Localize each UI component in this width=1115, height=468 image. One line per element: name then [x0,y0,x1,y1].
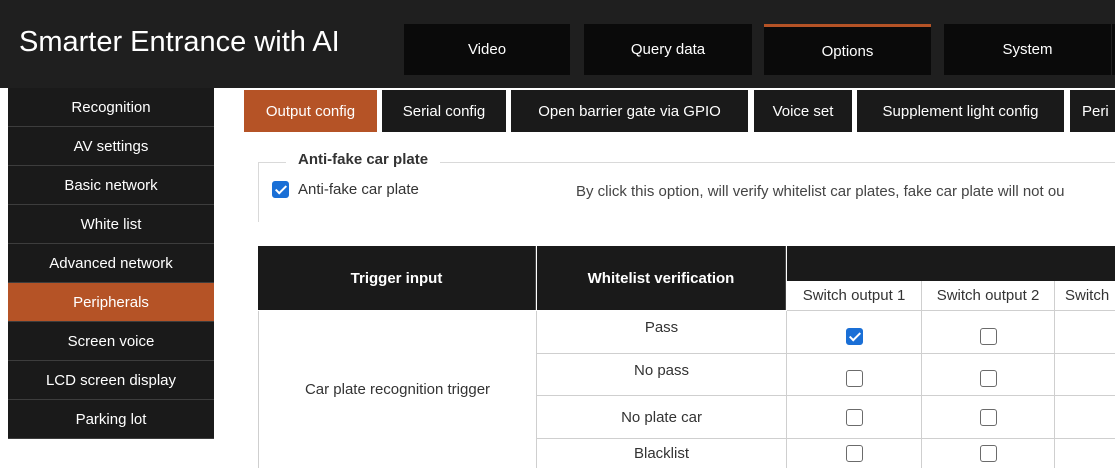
anti-fake-description: By click this option, will verify whitel… [576,183,1065,200]
row-pass-switch-1-cell [787,311,922,354]
sidebar-item-basic-network[interactable]: Basic network [8,166,214,205]
anti-fake-legend: Anti-fake car plate [286,151,441,168]
row-blacklist-switch-3-cell [1055,439,1115,468]
header-trigger-input: Trigger input [258,246,536,310]
tab-voice-set[interactable]: Voice set [754,90,852,132]
header-switch-output-2: Switch output 2 [922,281,1055,311]
tab-output-config[interactable]: Output config [244,90,377,132]
sidebar-item-recognition[interactable]: Recognition [8,88,214,127]
row-no-plate-car-verification: No plate car [537,396,787,439]
tab-supplement-light-config[interactable]: Supplement light config [857,90,1064,132]
anti-fake-checkbox-label: Anti-fake car plate [298,181,419,198]
row-no-plate-car-switch-2-cell [922,396,1055,439]
header-switch-output-1: Switch output 1 [787,281,922,311]
row-no-pass-switch-2-cell [922,354,1055,396]
header-switch-output-3: Switch [1055,281,1115,311]
sidebar-item-parking-lot[interactable]: Parking lot [8,400,214,439]
row-no-pass-switch-1-cell [787,354,922,396]
row-no-pass-verification: No pass [537,354,787,396]
sidebar: Recognition AV settings Basic network Wh… [8,88,214,439]
sidebar-item-advanced-network[interactable]: Advanced network [8,244,214,283]
row-pass-switch-1-checkbox[interactable] [845,327,863,345]
row-no-plate-car-switch-3-cell [1055,396,1115,439]
row-pass-switch-2-checkbox[interactable] [979,327,997,345]
app-title: Smarter Entrance with AI [19,26,340,58]
sidebar-item-lcd-screen-display[interactable]: LCD screen display [8,361,214,400]
top-tab-system[interactable]: System [944,24,1111,75]
row-no-plate-car-switch-1-cell [787,396,922,439]
anti-fake-checkbox[interactable] [272,181,289,198]
tab-serial-config[interactable]: Serial config [382,90,506,132]
top-tab-options[interactable]: Options [764,24,931,75]
row-pass-switch-2-cell [922,311,1055,354]
sidebar-item-peripherals[interactable]: Peripherals [8,283,214,322]
header-whitelist-verification: Whitelist verification [537,246,786,310]
tab-open-barrier-gate-via-gpio[interactable]: Open barrier gate via GPIO [511,90,748,132]
row-blacklist-switch-2-checkbox[interactable] [979,445,997,462]
sidebar-item-white-list[interactable]: White list [8,205,214,244]
row-no-pass-switch-2-checkbox[interactable] [979,370,997,387]
row-blacklist-verification: Blacklist [537,439,787,468]
app-header: Smarter Entrance with AI Video Query dat… [0,0,1115,88]
trigger-name-cell: Car plate recognition trigger [258,311,537,468]
row-no-pass-switch-1-checkbox[interactable] [845,370,863,387]
top-tab-video[interactable]: Video [404,24,570,75]
sidebar-item-screen-voice[interactable]: Screen voice [8,322,214,361]
tab-peripherals-truncated[interactable]: Peri [1070,90,1115,132]
row-blacklist-switch-1-checkbox[interactable] [845,445,863,462]
top-tab-query-data[interactable]: Query data [584,24,752,75]
anti-fake-option: Anti-fake car plate [272,181,419,198]
row-no-plate-car-switch-1-checkbox[interactable] [845,408,863,426]
header-switch-output-group [787,246,1115,281]
row-blacklist-switch-1-cell [787,439,922,468]
row-pass-verification: Pass [537,311,787,354]
row-blacklist-switch-2-cell [922,439,1055,468]
row-no-plate-car-switch-2-checkbox[interactable] [979,408,997,426]
row-pass-switch-3-cell [1055,311,1115,354]
row-no-pass-switch-3-cell [1055,354,1115,396]
sidebar-item-av-settings[interactable]: AV settings [8,127,214,166]
